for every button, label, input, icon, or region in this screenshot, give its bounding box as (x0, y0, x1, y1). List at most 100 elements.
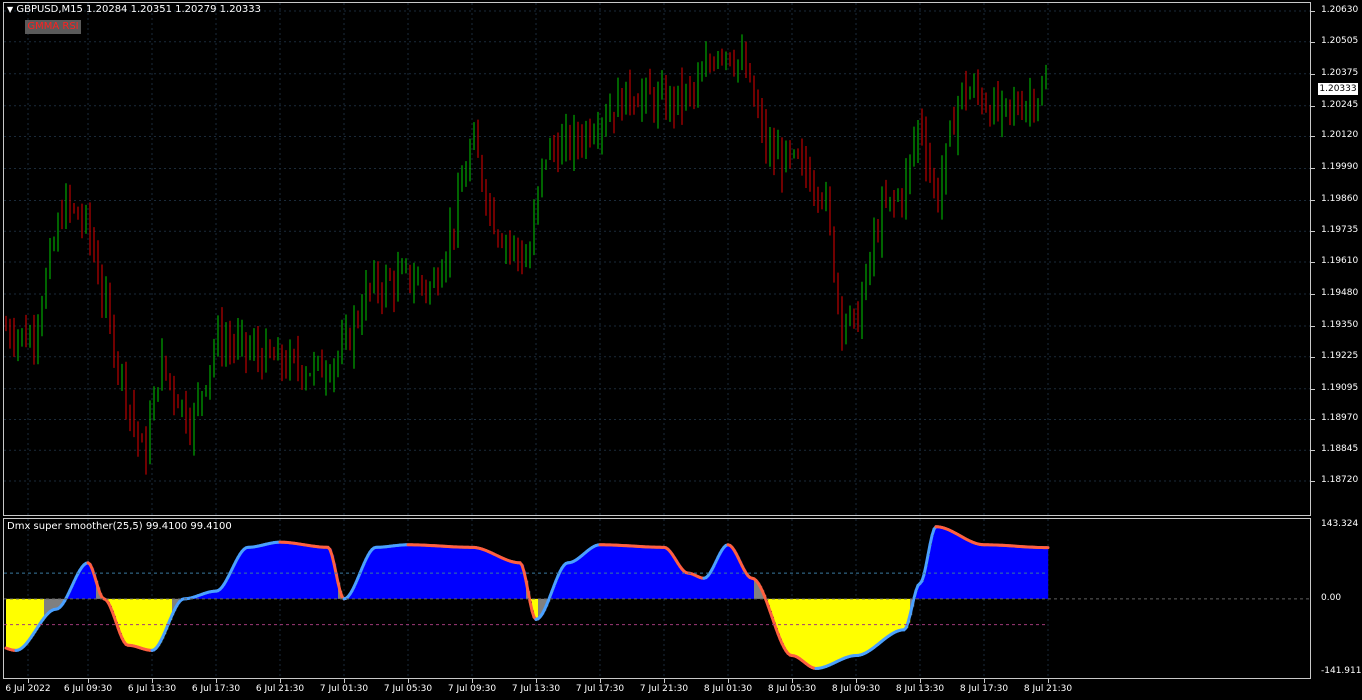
time-axis-tick (88, 679, 89, 683)
indicator-histogram-bar (28, 598, 31, 642)
price-axis-label: 1.18970 (1321, 413, 1359, 424)
time-axis-tick (1048, 679, 1049, 683)
price-axis-label: 1.19095 (1321, 382, 1359, 393)
indicator-histogram-bar (228, 577, 231, 599)
indicator-histogram-bar (420, 544, 423, 599)
indicator-histogram-bar (680, 566, 683, 599)
indicator-histogram-bar (838, 598, 841, 662)
time-axis-label: 6 Jul 13:30 (127, 684, 177, 694)
indicator-histogram-bar (942, 527, 945, 599)
indicator-histogram-bar (596, 545, 599, 599)
indicator-axis-label: 143.324 (1321, 519, 1359, 529)
indicator-histogram-bar (492, 553, 495, 599)
indicator-histogram-bar (380, 547, 383, 599)
indicator-histogram-bar (124, 598, 127, 642)
indicator-histogram-bar (778, 598, 781, 634)
indicator-histogram-bar (274, 542, 277, 599)
indicator-histogram-bar (398, 545, 401, 599)
indicator-histogram-bar (418, 544, 421, 599)
indicator-histogram-bar (752, 578, 755, 599)
indicator-histogram-bar (1014, 546, 1017, 599)
indicator-histogram-bar (240, 554, 243, 599)
indicator-histogram-bar (312, 545, 315, 599)
indicator-histogram-bar (624, 545, 627, 599)
time-axis-label: 8 Jul 09:30 (831, 684, 881, 694)
indicator-histogram-bar (630, 545, 633, 599)
chart-menu-triangle-icon[interactable]: ▼ (7, 5, 13, 14)
indicator-histogram-bar (122, 598, 125, 638)
indicator-histogram-bar (704, 578, 707, 599)
indicator-histogram-bar (408, 544, 411, 599)
indicator-histogram-bar (282, 542, 285, 599)
indicator-histogram-bar (584, 553, 587, 599)
indicator-histogram-bar (780, 598, 783, 639)
indicator-histogram-bar (516, 562, 519, 599)
indicator-histogram-bar (662, 547, 665, 599)
indicator-histogram-bar (590, 548, 593, 599)
indicator-histogram-bar (326, 547, 329, 599)
indicator-histogram-bar (518, 562, 521, 599)
indicator-line-segment (524, 579, 530, 593)
price-axis-tick (1311, 168, 1315, 170)
indicator-histogram-bar (500, 556, 503, 599)
indicator-histogram-bar (994, 544, 997, 599)
indicator-histogram-bar (846, 598, 849, 658)
indicator-histogram-bar (968, 540, 971, 599)
indicator-histogram-bar (676, 560, 679, 599)
price-axis-label: 1.20630 (1321, 5, 1359, 15)
indicator-histogram-bar (390, 546, 393, 599)
indicator-histogram-bar (834, 598, 837, 663)
indicator-histogram-bar (394, 545, 397, 599)
indicator-histogram-bar (692, 573, 695, 599)
indicator-histogram-bar (788, 598, 791, 654)
indicator-histogram-bar (498, 556, 501, 599)
indicator-histogram-bar (284, 542, 287, 599)
time-axis-tick (216, 679, 217, 683)
indicator-histogram-bar (298, 543, 301, 599)
indicator-histogram-bar (694, 574, 697, 599)
indicator-histogram-bar (506, 559, 509, 599)
time-axis-label: 6 Jul 21:30 (255, 684, 305, 694)
indicator-histogram-bar (1008, 545, 1011, 599)
indicator-histogram-bar (856, 598, 859, 656)
indicator-histogram-bar (470, 547, 473, 599)
time-axis-tick (792, 679, 793, 683)
time-axis-tick (280, 679, 281, 683)
indicator-histogram-bar (314, 546, 317, 599)
indicator-line-segment (526, 589, 532, 604)
indicator-histogram-bar (708, 575, 711, 599)
indicator-histogram-bar (940, 527, 943, 599)
indicator-histogram-bar (714, 565, 717, 599)
gmma-rsi-badge[interactable]: GMMA RSI (25, 20, 81, 34)
indicator-histogram-bar (484, 549, 487, 599)
indicator-histogram-bar (996, 545, 999, 599)
indicator-histogram-bar (432, 545, 435, 599)
indicator-histogram-bar (504, 558, 507, 599)
indicator-histogram-bar (262, 545, 265, 599)
price-axis-tick (1311, 481, 1315, 482)
indicator-histogram-bar (428, 545, 431, 599)
indicator-histogram-bar (876, 598, 879, 646)
indicator-histogram-bar (414, 544, 417, 599)
indicator-histogram-bar (86, 563, 89, 599)
indicator-histogram-bar (582, 555, 585, 599)
indicator-histogram-bar (882, 598, 885, 642)
indicator-histogram-bar (1022, 546, 1025, 599)
indicator-histogram-bar (978, 543, 981, 599)
indicator-histogram-bar (8, 598, 11, 649)
indicator-histogram-bar (608, 544, 611, 599)
indicator-histogram-bar (784, 598, 787, 648)
price-axis-tick (1311, 388, 1315, 390)
indicator-histogram-bar (482, 549, 485, 599)
indicator-histogram-bar (844, 598, 847, 659)
indicator-histogram-bar (668, 549, 671, 599)
indicator-histogram-bar (396, 545, 399, 599)
price-axis-tick (1311, 450, 1315, 452)
indicator-histogram-bar (392, 546, 395, 599)
price-axis-label: 1.20245 (1321, 99, 1359, 110)
indicator-histogram-bar (612, 544, 615, 599)
indicator-histogram-bar (932, 535, 935, 599)
indicator-histogram-bar (928, 555, 931, 599)
indicator-histogram-bar (1018, 546, 1021, 599)
indicator-histogram-bar (798, 598, 801, 658)
